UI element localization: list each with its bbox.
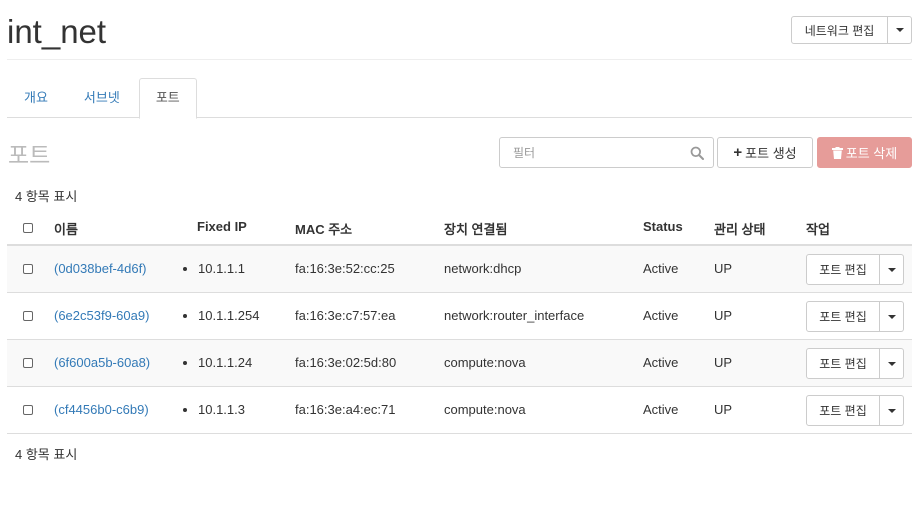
fixed-ip-value: 10.1.1.3 bbox=[198, 402, 245, 417]
mac-cell: fa:16:3e:c7:57:ea bbox=[295, 308, 396, 323]
create-port-button[interactable]: + 포트 생성 bbox=[717, 137, 813, 168]
row-action-dropdown-toggle[interactable] bbox=[880, 254, 904, 285]
page-title: int_net bbox=[7, 13, 107, 50]
mac-cell: fa:16:3e:52:cc:25 bbox=[295, 261, 395, 276]
table-header: 이름 Fixed IP MAC 주소 장치 연결됨 Status 관리 상태 작… bbox=[7, 208, 912, 246]
search-icon[interactable] bbox=[690, 146, 704, 160]
caret-down-icon bbox=[887, 361, 896, 366]
fixed-ip-cell: 10.1.1.24 bbox=[183, 355, 252, 370]
column-header-mac[interactable]: MAC 주소 bbox=[295, 219, 352, 238]
trash-icon bbox=[831, 146, 843, 159]
column-header-device[interactable]: 장치 연결됨 bbox=[444, 219, 507, 238]
row-checkbox[interactable] bbox=[23, 264, 33, 274]
column-header-status[interactable]: Status bbox=[643, 219, 683, 234]
row-checkbox[interactable] bbox=[23, 311, 33, 321]
edit-port-button[interactable]: 포트 편집 bbox=[806, 348, 880, 379]
row-action-dropdown-toggle[interactable] bbox=[880, 395, 904, 426]
caret-down-icon bbox=[887, 314, 896, 319]
row-action-group: 포트 편집 bbox=[806, 348, 904, 379]
status-cell: Active bbox=[643, 402, 679, 417]
bullet bbox=[183, 313, 187, 318]
status-cell: Active bbox=[643, 355, 679, 370]
bullet bbox=[183, 266, 187, 271]
edit-network-dropdown-toggle[interactable] bbox=[888, 16, 912, 44]
row-action-dropdown-toggle[interactable] bbox=[880, 301, 904, 332]
admin-state-cell: UP bbox=[714, 261, 733, 276]
edit-network-button[interactable]: 네트워크 편집 bbox=[791, 16, 888, 44]
plus-icon: + bbox=[733, 144, 743, 161]
item-count-top: 4 항목 표시 bbox=[15, 189, 78, 204]
fixed-ip-value: 10.1.1.1 bbox=[198, 261, 245, 276]
table-row: (cf4456b0-c6b9) 10.1.1.3 fa:16:3e:a4:ec:… bbox=[7, 387, 912, 434]
fixed-ip-value: 10.1.1.254 bbox=[198, 308, 260, 323]
section-title: 포트 bbox=[8, 142, 51, 168]
page-header: int_net 네트워크 편집 bbox=[7, 0, 912, 60]
delete-ports-button[interactable]: 포트 삭제 bbox=[817, 137, 912, 168]
caret-down-icon bbox=[887, 408, 896, 413]
caret-down-icon bbox=[895, 28, 904, 32]
column-header-admin-state[interactable]: 관리 상태 bbox=[714, 219, 765, 238]
admin-state-cell: UP bbox=[714, 402, 733, 417]
bullet bbox=[183, 407, 187, 412]
fixed-ip-value: 10.1.1.24 bbox=[198, 355, 253, 370]
device-cell: compute:nova bbox=[444, 402, 526, 417]
ports-table: 이름 Fixed IP MAC 주소 장치 연결됨 Status 관리 상태 작… bbox=[7, 208, 912, 434]
table-row: (6e2c53f9-60a9) 10.1.1.254 fa:16:3e:c7:5… bbox=[7, 293, 912, 340]
port-name-link[interactable]: (cf4456b0-c6b9) bbox=[54, 402, 149, 417]
row-checkbox[interactable] bbox=[23, 405, 33, 415]
status-cell: Active bbox=[643, 261, 679, 276]
row-action-group: 포트 편집 bbox=[806, 395, 904, 426]
bullet bbox=[183, 360, 187, 365]
tab-ports[interactable]: 포트 bbox=[138, 78, 197, 119]
device-cell: network:dhcp bbox=[444, 261, 522, 276]
mac-cell: fa:16:3e:a4:ec:71 bbox=[295, 402, 396, 417]
fixed-ip-cell: 10.1.1.3 bbox=[183, 402, 245, 417]
mac-cell: fa:16:3e:02:5d:80 bbox=[295, 355, 397, 370]
device-cell: compute:nova bbox=[444, 355, 526, 370]
edit-port-button[interactable]: 포트 편집 bbox=[806, 254, 880, 285]
caret-down-icon bbox=[887, 267, 896, 272]
column-header-actions: 작업 bbox=[806, 222, 830, 237]
status-cell: Active bbox=[643, 308, 679, 323]
tab-bar: 개요 서브넷 포트 bbox=[7, 78, 912, 119]
row-action-dropdown-toggle[interactable] bbox=[880, 348, 904, 379]
row-action-group: 포트 편집 bbox=[806, 301, 904, 332]
filter-input[interactable] bbox=[500, 138, 685, 167]
port-name-link[interactable]: (0d038bef-4d6f) bbox=[54, 261, 147, 276]
edit-port-button[interactable]: 포트 편집 bbox=[806, 395, 880, 426]
table-row: (0d038bef-4d6f) 10.1.1.1 fa:16:3e:52:cc:… bbox=[7, 246, 912, 293]
filter-box bbox=[499, 137, 714, 168]
create-port-label: 포트 생성 bbox=[745, 146, 797, 161]
device-cell: network:router_interface bbox=[444, 308, 585, 323]
item-count-bottom: 4 항목 표시 bbox=[15, 447, 78, 462]
fixed-ip-cell: 10.1.1.254 bbox=[183, 308, 259, 323]
port-name-link[interactable]: (6e2c53f9-60a9) bbox=[54, 308, 149, 323]
table-row: (6f600a5b-60a8) 10.1.1.24 fa:16:3e:02:5d… bbox=[7, 340, 912, 387]
admin-state-cell: UP bbox=[714, 355, 733, 370]
fixed-ip-cell: 10.1.1.1 bbox=[183, 261, 245, 276]
row-action-group: 포트 편집 bbox=[806, 254, 904, 285]
edit-port-button[interactable]: 포트 편집 bbox=[806, 301, 880, 332]
column-header-fixed-ip[interactable]: Fixed IP bbox=[197, 219, 247, 234]
delete-ports-label: 포트 삭제 bbox=[845, 146, 898, 161]
column-header-name[interactable]: 이름 bbox=[54, 219, 78, 238]
edit-network-button-group: 네트워크 편집 bbox=[791, 16, 912, 44]
tab-subnets[interactable]: 서브넷 bbox=[67, 78, 137, 118]
tab-overview[interactable]: 개요 bbox=[7, 78, 65, 118]
select-all-checkbox[interactable] bbox=[23, 223, 33, 233]
row-checkbox[interactable] bbox=[23, 358, 33, 368]
port-name-link[interactable]: (6f600a5b-60a8) bbox=[54, 355, 150, 370]
admin-state-cell: UP bbox=[714, 308, 733, 323]
